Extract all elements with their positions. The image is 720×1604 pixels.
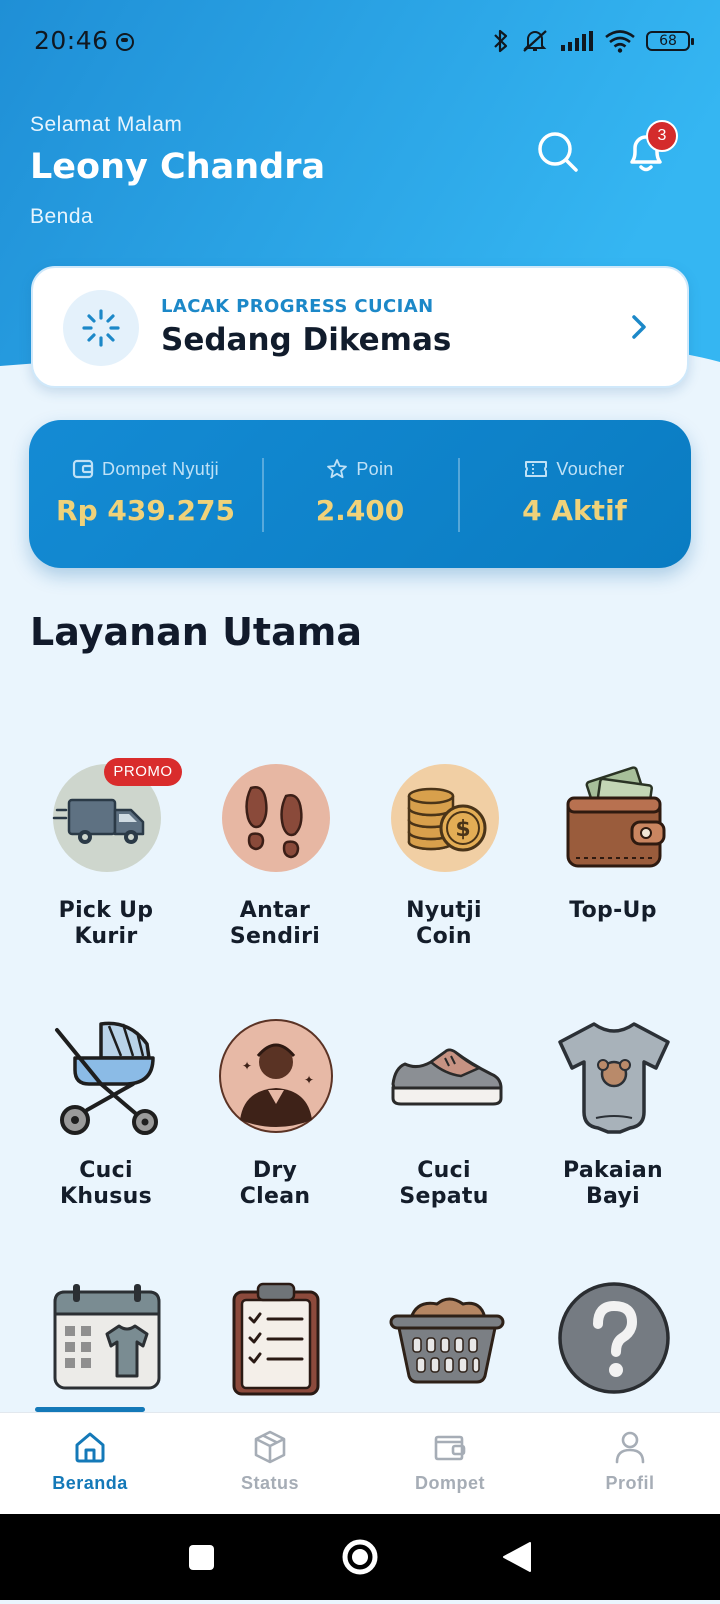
laundry-basket-icon (387, 1292, 505, 1408)
active-tab-indicator (35, 1407, 145, 1412)
service-label: Pick Up Kurir (58, 898, 154, 949)
service-label: Antar Sendiri (229, 898, 321, 949)
nav-beranda[interactable]: Beranda (0, 1413, 180, 1515)
voucher-label: Voucher (556, 458, 625, 479)
wallet-icon (72, 459, 94, 479)
back-button[interactable] (478, 1514, 558, 1600)
baby-onesie-icon (556, 1018, 672, 1134)
coins-icon: $ (387, 760, 503, 876)
chevron-right-icon (632, 315, 646, 339)
ticket-icon (525, 461, 548, 477)
calendar-shirt-icon (49, 1280, 165, 1396)
nav-label: Profil (605, 1473, 655, 1493)
service-label: Dry Clean (239, 1158, 311, 1209)
section-title: Layanan Utama (30, 610, 362, 654)
wallet-icon (434, 1435, 466, 1461)
points-item[interactable]: Poin 2.400 (262, 420, 458, 568)
notification-badge: 3 (646, 120, 678, 152)
star-icon (327, 459, 348, 479)
svg-text:$: $ (455, 817, 470, 842)
status-time: 20:46 (34, 26, 109, 55)
app-notification-icon (116, 33, 134, 51)
nav-profil[interactable]: Profil (540, 1413, 720, 1515)
sneaker-icon (387, 1018, 503, 1134)
package-icon (254, 1430, 286, 1464)
loading-spinner-icon (63, 290, 139, 366)
mute-icon (523, 30, 547, 52)
square-icon (189, 1545, 214, 1570)
promo-badge: PROMO (104, 758, 182, 786)
points-value: 2.400 (315, 494, 405, 527)
user-name: Leony Chandra (30, 147, 326, 187)
service-label: Pakaian Bayi (562, 1158, 663, 1209)
baby-stroller-icon (49, 1018, 165, 1135)
nav-label: Dompet (415, 1473, 485, 1493)
track-progress-status: Sedang Dikemas (161, 322, 452, 358)
home-icon (75, 1432, 105, 1463)
track-progress-card[interactable]: LACAK PROGRESS CUCIAN Sedang Dikemas (31, 266, 689, 388)
svg-text:✦: ✦ (242, 1059, 252, 1073)
system-navigation-bar (0, 1514, 720, 1600)
voucher-item[interactable]: Voucher 4 Aktif (458, 420, 691, 568)
wallet-balance-label: Dompet Nyutji (102, 458, 219, 479)
battery-indicator: 68 (646, 31, 694, 51)
track-progress-label: LACAK PROGRESS CUCIAN (161, 296, 434, 317)
clipboard-checklist-icon (218, 1278, 334, 1396)
nav-label: Beranda (52, 1473, 128, 1493)
bluetooth-icon (494, 29, 508, 53)
svg-text:✦: ✦ (304, 1073, 314, 1087)
back-triangle-icon (503, 1542, 531, 1572)
circle-icon (342, 1539, 378, 1575)
signal-icon (561, 31, 593, 51)
home-button[interactable] (320, 1514, 400, 1600)
bottom-navigation: Beranda Status Dompet Profil (0, 1407, 720, 1515)
recent-apps-button[interactable] (162, 1514, 242, 1600)
wallet-icon (556, 760, 672, 876)
nav-dompet[interactable]: Dompet (360, 1413, 540, 1515)
wallet-summary-card: Dompet Nyutji Rp 439.275 Poin 2.400 Vouc… (29, 420, 691, 568)
voucher-value: 4 Aktif (522, 494, 627, 527)
person-icon: ✦ ✦ (218, 1018, 334, 1134)
points-label: Poin (356, 458, 394, 479)
status-bar: 20:46 68 (0, 0, 720, 88)
service-label: Cuci Khusus (59, 1158, 153, 1209)
wifi-icon (605, 30, 635, 53)
search-button[interactable] (534, 128, 582, 176)
service-label: Nyutji Coin (406, 898, 482, 949)
search-icon (538, 132, 578, 172)
status-icons: 68 (492, 28, 694, 54)
service-label: Cuci Sepatu (399, 1158, 489, 1209)
nav-status[interactable]: Status (180, 1413, 360, 1515)
user-location: Benda (30, 205, 94, 228)
wallet-balance-item[interactable]: Dompet Nyutji Rp 439.275 (29, 420, 262, 568)
service-label: Top-Up (569, 898, 657, 923)
greeting-text: Selamat Malam (30, 113, 183, 136)
wallet-balance-value: Rp 439.275 (56, 494, 235, 527)
user-icon (615, 1431, 645, 1464)
question-icon (556, 1280, 672, 1396)
footprints-icon (218, 760, 334, 876)
nav-label: Status (240, 1473, 299, 1493)
